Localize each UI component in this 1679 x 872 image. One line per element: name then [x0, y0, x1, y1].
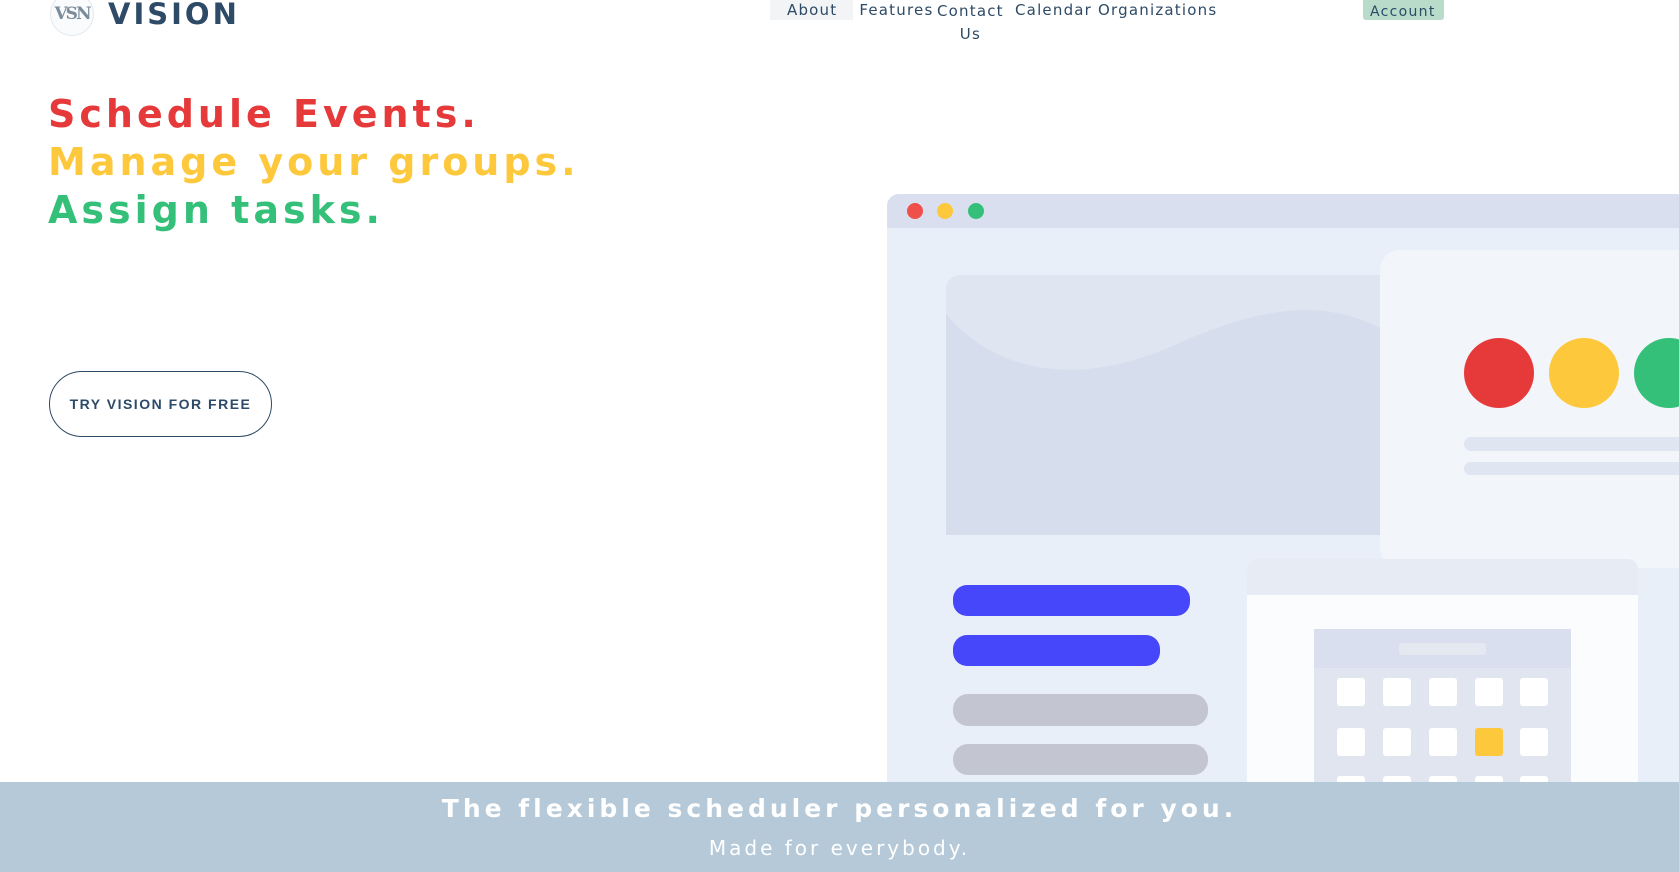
window-minimize-dot-icon: [937, 203, 953, 219]
brand-logo[interactable]: VSN VISION: [50, 0, 240, 36]
tagline-band: The flexible scheduler personalized for …: [0, 782, 1679, 872]
hero-headline: Schedule Events. Manage your groups. Ass…: [48, 90, 580, 234]
try-free-button[interactable]: TRY VISION FOR FREE: [49, 371, 272, 437]
top-nav: About Features Contact Us Calendar Organ…: [770, 0, 1216, 43]
tagline-title: The flexible scheduler personalized for …: [441, 794, 1238, 823]
nav-contact-label-line1: Contact: [937, 2, 1004, 20]
nav-features-link[interactable]: Features: [853, 0, 939, 20]
headline-line-schedule: Schedule Events.: [48, 92, 480, 136]
window-maximize-dot-icon: [968, 203, 984, 219]
calendar-panel-illustration: [1247, 559, 1638, 794]
brand-name: VISION: [108, 0, 240, 31]
headline-line-assign: Assign tasks.: [48, 188, 384, 232]
tagline-subtitle: Made for everybody.: [708, 836, 971, 860]
calendar-highlight-day-icon: [1475, 728, 1503, 756]
nav-contact-link[interactable]: Contact Us: [937, 0, 1004, 46]
account-button[interactable]: Account: [1363, 0, 1444, 20]
nav-calendar-organizations-link[interactable]: Calendar Organizations: [1015, 0, 1217, 20]
logo-mark-icon: VSN: [50, 0, 94, 36]
window-close-dot-icon: [907, 203, 923, 219]
nav-about-link[interactable]: About: [770, 0, 854, 20]
floating-card-illustration: [1380, 250, 1679, 568]
nav-contact-label-line2: Us: [959, 25, 981, 43]
hero-illustration: [887, 194, 1679, 794]
image-placeholder-illustration: [946, 275, 1406, 535]
headline-line-manage: Manage your groups.: [48, 140, 580, 184]
